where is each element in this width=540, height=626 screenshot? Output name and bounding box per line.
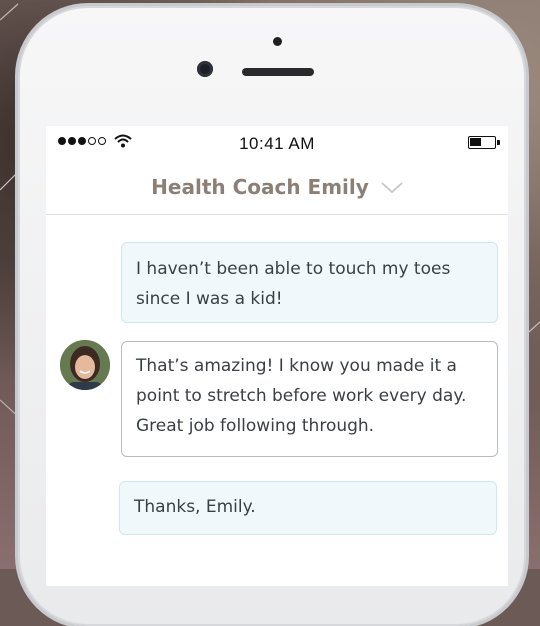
chevron-down-icon[interactable] (381, 182, 403, 194)
battery-icon (468, 136, 500, 149)
coach-photo (60, 340, 110, 390)
proximity-sensor (273, 37, 282, 46)
battery-nub (497, 140, 500, 145)
user-message: Thanks, Emily. (119, 481, 497, 535)
chat-title: Health Coach Emily (151, 175, 369, 199)
coach-avatar[interactable] (60, 340, 110, 390)
front-camera (197, 61, 213, 77)
message-text: I haven’t been able to touch my toes sin… (136, 259, 451, 309)
battery-fill (470, 138, 481, 146)
message-text: That’s amazing! I know you made it a poi… (136, 356, 467, 436)
status-bar: 10:41 AM (46, 126, 508, 160)
message-text: Thanks, Emily. (134, 497, 256, 517)
coach-message: That’s amazing! I know you made it a poi… (121, 341, 498, 457)
chat-header[interactable]: Health Coach Emily (46, 160, 508, 215)
user-message: I haven’t been able to touch my toes sin… (121, 242, 498, 323)
chat-screen: 10:41 AM Health Coach Emily I haven’t be… (46, 126, 508, 586)
status-time: 10:41 AM (239, 134, 315, 153)
earpiece-speaker (242, 68, 314, 76)
